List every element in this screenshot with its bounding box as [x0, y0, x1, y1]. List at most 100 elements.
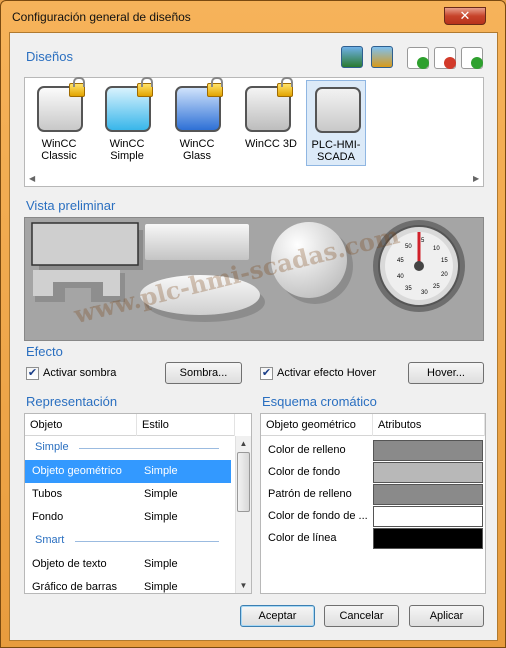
- scroll-right-icon[interactable]: ▶: [473, 174, 479, 183]
- design-thumbnail: [315, 87, 361, 133]
- gauge-label: 45: [397, 258, 404, 264]
- preview-section-title: Vista preliminar: [26, 198, 116, 213]
- gauge-label: 5: [421, 238, 425, 244]
- color-row-label: Color de línea: [268, 532, 337, 544]
- gauge-label: 35: [405, 286, 412, 292]
- color-row[interactable]: Patrón de relleno: [261, 483, 483, 505]
- color-row-label: Color de fondo: [268, 466, 341, 478]
- column-header-estilo[interactable]: Estilo: [137, 414, 235, 436]
- design-label-line: Classic: [41, 150, 77, 162]
- gauge-label: 10: [433, 246, 440, 252]
- design-label-line: Glass: [182, 150, 212, 162]
- close-icon: ✕: [459, 8, 471, 23]
- scroll-left-icon[interactable]: ◀: [29, 174, 35, 183]
- refresh-design-button[interactable]: [461, 47, 483, 69]
- design-label: WinCC Simple: [97, 138, 157, 162]
- color-swatch[interactable]: [373, 484, 483, 505]
- cell-estilo: Simple: [144, 488, 178, 500]
- lock-icon: [69, 77, 85, 97]
- gauge-label: 15: [441, 258, 448, 264]
- refresh-icon: [471, 57, 483, 69]
- cell-objeto: Objeto de texto: [32, 558, 107, 570]
- vertical-scrollbar[interactable]: ▲ ▼: [235, 436, 251, 593]
- color-swatch[interactable]: [373, 440, 483, 461]
- representation-grid: Objeto Estilo Simple Objeto geométrico S…: [24, 413, 252, 594]
- shadow-checkbox[interactable]: ✔: [26, 367, 39, 380]
- color-swatch[interactable]: [373, 506, 483, 527]
- design-item-wincc-glass[interactable]: WinCC Glass: [167, 77, 227, 166]
- column-header-objeto[interactable]: Objeto: [25, 414, 137, 436]
- cell-estilo: Simple: [144, 465, 178, 477]
- export-icon[interactable]: [371, 46, 393, 68]
- cell-estilo: Simple: [144, 558, 178, 570]
- group-header-smart[interactable]: Smart: [35, 534, 64, 546]
- remove-icon: [444, 57, 456, 69]
- hover-button[interactable]: Hover...: [408, 362, 484, 384]
- design-item-wincc-simple[interactable]: WinCC Simple: [97, 77, 157, 166]
- color-row[interactable]: Color de fondo: [261, 461, 483, 483]
- color-row[interactable]: Color de línea: [261, 527, 483, 549]
- table-row[interactable]: Fondo Simple: [25, 506, 231, 529]
- cell-estilo: Simple: [144, 511, 178, 523]
- close-button[interactable]: ✕: [444, 7, 486, 25]
- title-bar[interactable]: Configuración general de diseños ✕: [1, 1, 505, 31]
- group-divider: [79, 448, 219, 449]
- table-row[interactable]: Gráfico de barras Simple: [25, 576, 231, 593]
- hover-checkbox[interactable]: ✔: [260, 367, 273, 380]
- design-label: WinCC 3D: [237, 138, 305, 150]
- grid-header: Objeto Estilo: [25, 414, 235, 436]
- table-row[interactable]: Objeto geométrico Simple: [25, 460, 231, 483]
- design-item-wincc-classic[interactable]: WinCC Classic: [29, 77, 89, 166]
- design-label: WinCC Glass: [167, 138, 227, 162]
- remove-design-button[interactable]: [434, 47, 456, 69]
- design-label-line: WinCC 3D: [245, 138, 297, 150]
- color-swatch[interactable]: [373, 528, 483, 549]
- cancel-button[interactable]: Cancelar: [324, 605, 399, 627]
- dialog-window: Configuración general de diseños ✕ Diseñ…: [0, 0, 506, 648]
- representation-section-title: Representación: [26, 394, 118, 409]
- lock-icon: [137, 77, 153, 97]
- design-label: WinCC Classic: [29, 138, 89, 162]
- column-header-atributos[interactable]: Atributos: [373, 414, 485, 436]
- gauge-label: 30: [421, 290, 428, 296]
- design-label-line: WinCC: [179, 138, 215, 150]
- color-swatch[interactable]: [373, 462, 483, 483]
- design-item-wincc-3d[interactable]: WinCC 3D: [237, 77, 305, 166]
- color-row-label: Color de fondo de ...: [268, 510, 368, 522]
- cell-estilo: Simple: [144, 581, 178, 593]
- design-label-line: WinCC: [41, 138, 77, 150]
- color-row-label: Color de relleno: [268, 444, 346, 456]
- designs-gallery: WinCC Classic WinCC Simple WinCC Glass W…: [24, 77, 484, 187]
- color-row[interactable]: Color de fondo de ...: [261, 505, 483, 527]
- lock-icon: [207, 77, 223, 97]
- design-label: PLC-HMI- SCADA: [307, 139, 365, 163]
- accept-button[interactable]: Aceptar: [240, 605, 315, 627]
- group-header-simple[interactable]: Simple: [35, 441, 69, 453]
- add-icon: [417, 57, 429, 69]
- shadow-button[interactable]: Sombra...: [165, 362, 242, 384]
- column-header-objeto-geometrico[interactable]: Objeto geométrico: [261, 414, 373, 436]
- color-row[interactable]: Color de relleno: [261, 439, 483, 461]
- import-icon[interactable]: [341, 46, 363, 68]
- scrollbar-thumb[interactable]: [237, 452, 250, 512]
- shadow-checkbox-label: Activar sombra: [43, 367, 117, 379]
- scroll-down-icon[interactable]: ▼: [236, 578, 251, 593]
- group-divider: [75, 541, 219, 542]
- scroll-up-icon[interactable]: ▲: [236, 436, 251, 451]
- dialog-client: Diseños WinCC Classic WinCC Simple WinCC…: [9, 32, 498, 641]
- grid-header: Objeto geométrico Atributos: [261, 414, 485, 436]
- cell-objeto: Gráfico de barras: [32, 581, 117, 593]
- table-row[interactable]: Tubos Simple: [25, 483, 231, 506]
- table-row[interactable]: Objeto de texto Simple: [25, 553, 231, 576]
- design-item-plc-hmi-scada[interactable]: PLC-HMI- SCADA: [306, 80, 366, 166]
- designs-section-title: Diseños: [26, 49, 73, 64]
- apply-button[interactable]: Aplicar: [409, 605, 484, 627]
- design-label-line: WinCC: [109, 138, 145, 150]
- cell-objeto: Objeto geométrico: [32, 465, 122, 477]
- color-row-label: Patrón de relleno: [268, 488, 352, 500]
- gauge-label: 20: [441, 272, 448, 278]
- design-label-line: PLC-HMI-: [311, 139, 361, 151]
- add-design-button[interactable]: [407, 47, 429, 69]
- design-label-line: Simple: [110, 150, 144, 162]
- design-label-line: SCADA: [317, 151, 355, 163]
